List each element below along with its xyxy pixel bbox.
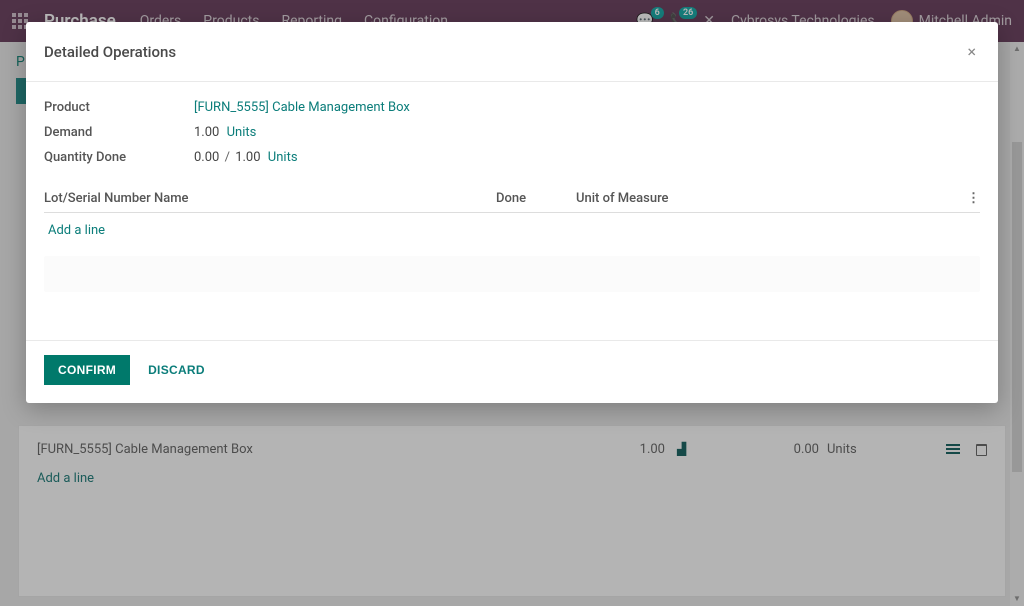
demand-qty: 1.00 bbox=[194, 125, 219, 140]
done-qty[interactable]: 0.00 bbox=[194, 150, 219, 165]
product-link[interactable]: [FURN_5555] Cable Management Box bbox=[194, 100, 410, 115]
modal-footer: CONFIRM DISCARD bbox=[26, 340, 998, 403]
demand-units[interactable]: Units bbox=[227, 125, 257, 140]
th-uom: Unit of Measure bbox=[576, 191, 956, 206]
table-empty-row bbox=[44, 256, 980, 292]
label-qty-done: Quantity Done bbox=[44, 150, 194, 165]
operations-table: Lot/Serial Number Name Done Unit of Meas… bbox=[44, 185, 980, 292]
modal-body: Product [FURN_5555] Cable Management Box… bbox=[26, 82, 998, 300]
confirm-button[interactable]: CONFIRM bbox=[44, 355, 130, 385]
th-lot: Lot/Serial Number Name bbox=[44, 191, 496, 206]
label-product: Product bbox=[44, 100, 194, 115]
demand-value: 1.00 Units bbox=[194, 125, 980, 140]
detailed-operations-modal: Detailed Operations × Product [FURN_5555… bbox=[26, 22, 998, 403]
done-total: 1.00 bbox=[235, 150, 260, 165]
label-demand: Demand bbox=[44, 125, 194, 140]
modal-header: Detailed Operations × bbox=[26, 22, 998, 82]
modal-title: Detailed Operations bbox=[44, 43, 176, 61]
table-header: Lot/Serial Number Name Done Unit of Meas… bbox=[44, 185, 980, 213]
close-icon[interactable]: × bbox=[963, 38, 980, 65]
done-sep: / bbox=[225, 150, 230, 165]
done-units[interactable]: Units bbox=[268, 150, 298, 165]
discard-button[interactable]: DISCARD bbox=[144, 355, 209, 385]
th-done: Done bbox=[496, 191, 576, 206]
qty-done-value: 0.00 / 1.00 Units bbox=[194, 150, 980, 165]
add-line-link[interactable]: Add a line bbox=[44, 213, 980, 242]
table-options-icon[interactable]: ⋮ bbox=[956, 191, 980, 206]
